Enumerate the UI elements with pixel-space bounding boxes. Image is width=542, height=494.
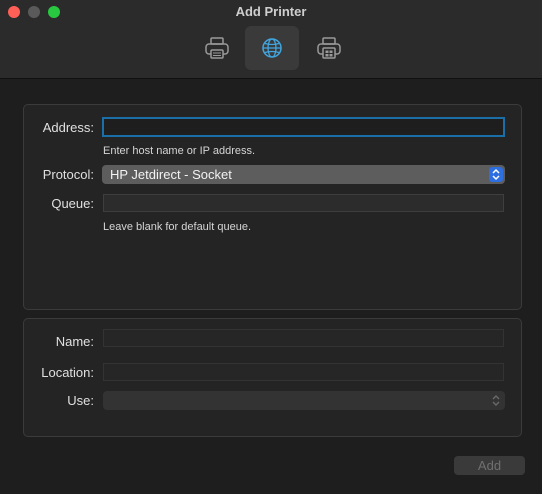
- windows-printer-icon: [317, 37, 341, 59]
- location-field[interactable]: [103, 363, 504, 381]
- location-label: Location:: [41, 365, 94, 380]
- protocol-popup[interactable]: HP Jetdirect - Socket: [102, 165, 505, 184]
- add-button[interactable]: Add: [454, 456, 525, 475]
- address-field[interactable]: [102, 117, 505, 137]
- queue-label: Queue:: [51, 196, 94, 211]
- protocol-label: Protocol:: [42, 167, 94, 182]
- use-label: Use:: [67, 393, 94, 408]
- windows-printer-tab[interactable]: [302, 26, 356, 70]
- protocol-value: HP Jetdirect - Socket: [110, 167, 232, 182]
- address-label: Address:: [42, 120, 94, 135]
- add-printer-window: Add Printer Address: Enter host name or …: [0, 0, 542, 494]
- titlebar: Add Printer: [0, 0, 542, 79]
- ip-printer-tab[interactable]: [245, 26, 299, 70]
- chevron-updown-icon: [491, 393, 501, 408]
- address-hint: Enter host name or IP address.: [103, 145, 256, 157]
- name-field[interactable]: [103, 329, 504, 347]
- globe-icon: [262, 38, 282, 58]
- printer-icon: [205, 37, 229, 59]
- window-title: Add Printer: [235, 4, 307, 19]
- use-popup[interactable]: [103, 391, 505, 410]
- chevron-updown-icon: [489, 167, 503, 182]
- queue-hint: Leave blank for default queue.: [103, 221, 252, 233]
- name-label: Name:: [55, 334, 94, 349]
- queue-field[interactable]: [103, 194, 504, 212]
- default-printers-tab[interactable]: [190, 26, 244, 70]
